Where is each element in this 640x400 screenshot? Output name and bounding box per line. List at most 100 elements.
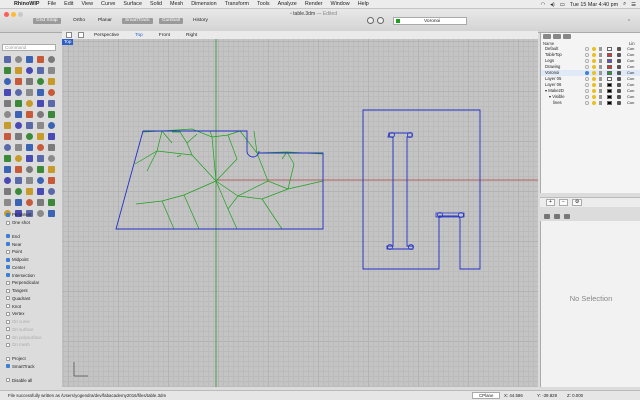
menu-mesh[interactable]: Mesh	[170, 1, 183, 7]
current-layer-radio[interactable]	[585, 71, 589, 75]
menu-view[interactable]: View	[81, 1, 93, 7]
deselect-tool-icon[interactable]	[35, 197, 45, 207]
osnap-item[interactable]: On polysurface	[6, 333, 60, 341]
lock-icon[interactable]	[599, 83, 602, 87]
display-tab-icon[interactable]	[563, 34, 571, 39]
layer-color-swatch[interactable]	[607, 59, 612, 63]
object-properties-icon[interactable]	[544, 213, 550, 219]
display-icon[interactable]	[564, 213, 570, 219]
osnap-item[interactable]: Midpoint	[6, 256, 60, 264]
spotlight-icon[interactable]: ⌕	[623, 1, 626, 8]
patch-tool-icon[interactable]	[46, 109, 56, 119]
material-icon[interactable]	[554, 213, 560, 219]
lock-icon[interactable]	[599, 47, 602, 51]
extrude-tool-icon[interactable]	[46, 98, 56, 108]
osnap-item[interactable]: On curve	[6, 318, 60, 326]
visibility-bulb-icon[interactable]	[592, 59, 596, 63]
panel-toggle-icon[interactable]: ▫	[628, 18, 630, 24]
command-repeat-icon[interactable]	[377, 17, 384, 24]
layer-color-swatch[interactable]	[607, 47, 612, 51]
osnap-item[interactable]: Point	[6, 248, 60, 256]
arc-tool-icon[interactable]	[2, 65, 12, 75]
print-icon[interactable]	[617, 101, 621, 105]
text-tool-icon[interactable]	[24, 142, 34, 152]
command-input[interactable]: Command	[2, 44, 56, 51]
osnap-item[interactable]: One shot	[6, 219, 60, 227]
print-icon[interactable]	[617, 77, 621, 81]
revolve-tool-icon[interactable]	[24, 109, 34, 119]
circle-tool-icon[interactable]	[13, 65, 23, 75]
layer-name[interactable]: lines	[553, 100, 562, 106]
lock-icon[interactable]	[599, 59, 602, 63]
unlock-tool-icon[interactable]	[46, 175, 56, 185]
current-layer-radio[interactable]	[585, 53, 589, 57]
layer-color-swatch[interactable]	[607, 95, 612, 99]
cone-tool-icon[interactable]	[35, 120, 45, 130]
menu-transform[interactable]: Transform	[225, 1, 249, 7]
block-tool-icon[interactable]	[24, 186, 34, 196]
delete-layer-button[interactable]: −	[558, 199, 568, 206]
history-tool-icon[interactable]	[2, 197, 12, 207]
mirror-tool-icon[interactable]	[24, 98, 34, 108]
print-icon[interactable]	[617, 83, 621, 87]
select-tool-icon[interactable]	[2, 54, 12, 64]
osnap-item[interactable]: Near	[6, 240, 60, 248]
layer-color-swatch[interactable]	[607, 53, 612, 57]
current-layer-radio[interactable]	[585, 89, 589, 93]
render-tool-icon[interactable]	[13, 153, 23, 163]
volume-icon[interactable]: ◂)	[550, 2, 555, 8]
osnap-checkbox[interactable]	[6, 364, 10, 369]
scale-tool-icon[interactable]	[46, 87, 56, 97]
current-layer-dropdown[interactable]: Voronoi	[393, 17, 467, 25]
boolean-diff-tool-icon[interactable]	[13, 131, 23, 141]
print-icon[interactable]	[617, 65, 621, 69]
group-tool-icon[interactable]	[2, 186, 12, 196]
menu-tools[interactable]: Tools	[257, 1, 270, 7]
expand-chevron-icon[interactable]: ▾	[549, 94, 551, 99]
dimension-tool-icon[interactable]	[13, 142, 23, 152]
join-tool-icon[interactable]	[13, 87, 23, 97]
loft-tool-icon[interactable]	[2, 109, 12, 119]
osnap-checkbox[interactable]	[6, 356, 10, 361]
osnap-checkbox[interactable]	[6, 249, 10, 254]
lock-icon[interactable]	[599, 89, 602, 93]
menu-solid[interactable]: Solid	[150, 1, 162, 7]
history-toggle[interactable]: History	[190, 18, 211, 24]
select-all-tool-icon[interactable]	[24, 197, 34, 207]
hide-tool-icon[interactable]	[13, 175, 23, 185]
environment-tool-icon[interactable]	[35, 153, 45, 163]
mesh-tool-icon[interactable]	[2, 142, 12, 152]
copy-tool-icon[interactable]	[13, 98, 23, 108]
shell-tool-icon[interactable]	[35, 131, 45, 141]
tab-front[interactable]: Front	[151, 33, 178, 38]
fillet-tool-icon[interactable]	[2, 76, 12, 86]
current-layer-radio[interactable]	[585, 101, 589, 105]
layer-color-swatch[interactable]	[607, 83, 612, 87]
osnap-checkbox[interactable]	[6, 257, 10, 262]
lock-icon[interactable]	[599, 77, 602, 81]
expand-chevron-icon[interactable]: ▾	[545, 88, 547, 93]
help-tool-icon[interactable]	[46, 153, 56, 163]
curve-tool-icon[interactable]	[35, 54, 45, 64]
current-layer-radio[interactable]	[585, 95, 589, 99]
osnap-checkbox[interactable]	[6, 319, 10, 324]
boolean-union-tool-icon[interactable]	[2, 131, 12, 141]
boolean-split-tool-icon[interactable]	[24, 131, 34, 141]
osnap-item[interactable]: Project	[6, 355, 60, 363]
cplane-selector[interactable]: CPlane	[472, 392, 501, 399]
battery-icon[interactable]: ▭	[560, 2, 565, 8]
current-layer-radio[interactable]	[585, 83, 589, 87]
zebra-tool-icon[interactable]	[24, 164, 34, 174]
osnap-item[interactable]: SmartTrack	[6, 363, 60, 371]
osnap-checkbox[interactable]	[6, 304, 10, 309]
visibility-bulb-icon[interactable]	[592, 53, 596, 57]
menu-edit[interactable]: Edit	[64, 1, 73, 7]
surface-tool-icon[interactable]	[35, 109, 45, 119]
ellipse-tool-icon[interactable]	[35, 65, 45, 75]
cylinder-tool-icon[interactable]	[24, 120, 34, 130]
layer-tool-icon[interactable]	[2, 153, 12, 163]
add-viewport-icon[interactable]	[66, 32, 72, 38]
properties-tab-icon[interactable]	[553, 34, 561, 39]
osnap-item[interactable]: Quadrant	[6, 295, 60, 303]
osnap-item[interactable]: Intersection	[6, 271, 60, 279]
